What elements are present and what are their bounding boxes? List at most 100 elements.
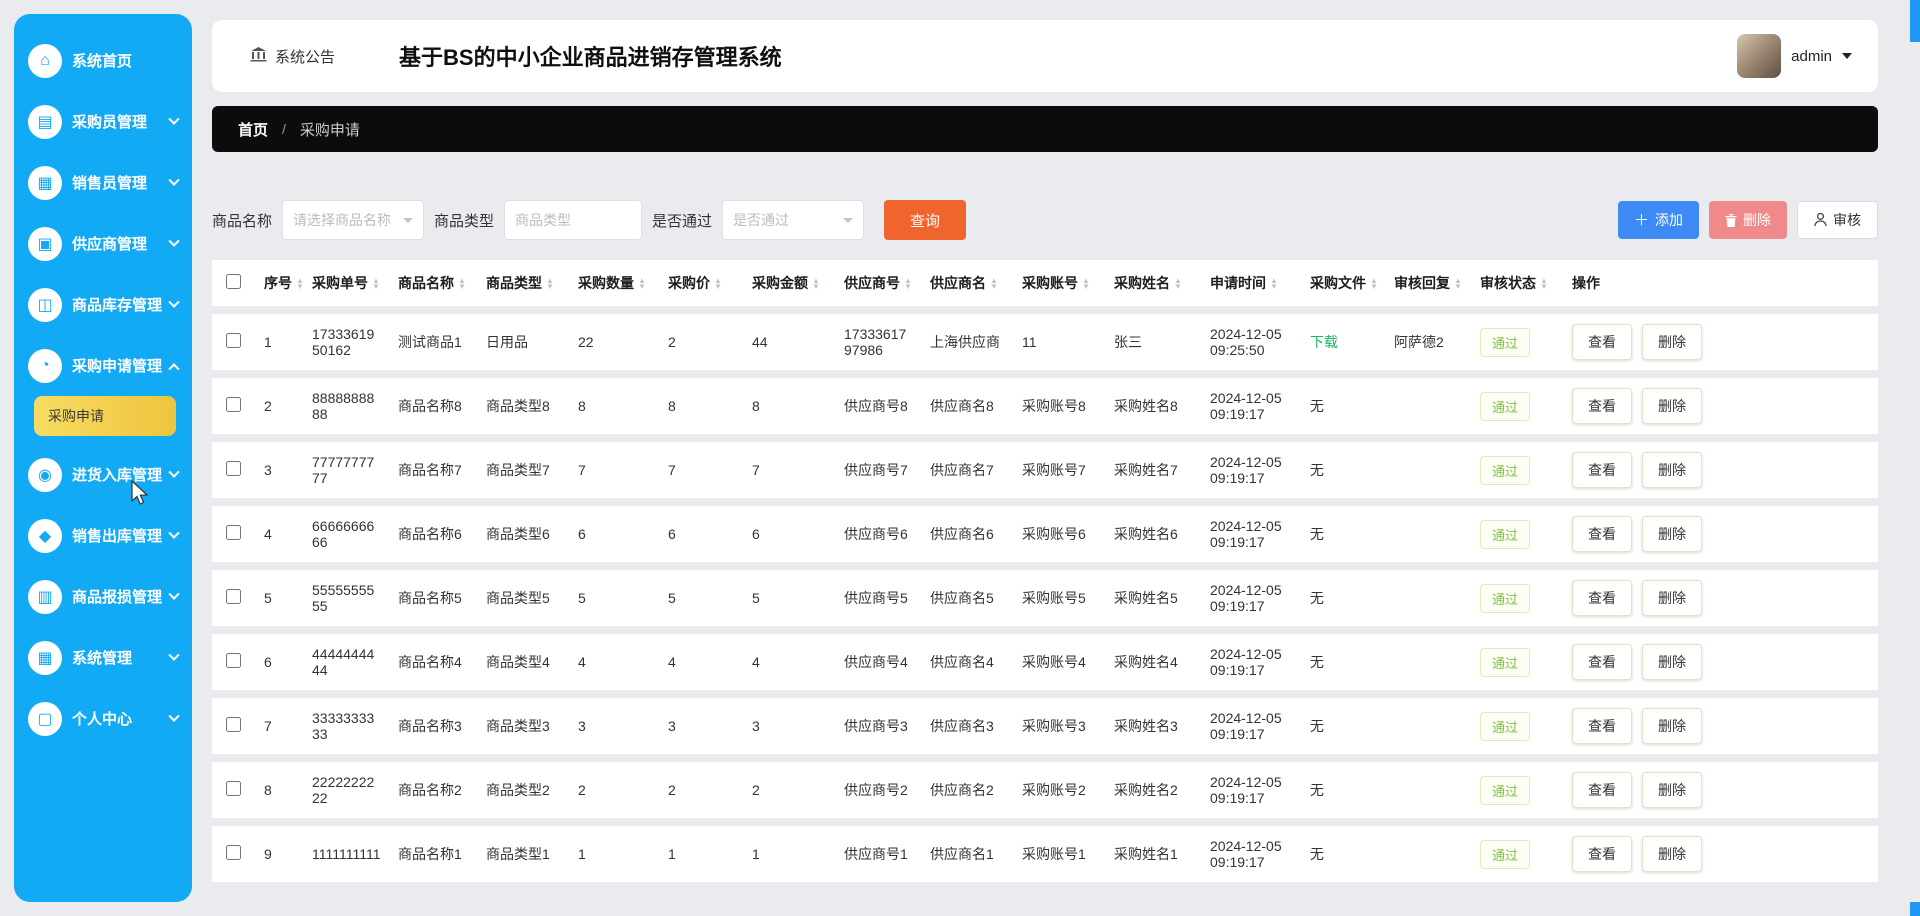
view-button[interactable]: 查看 [1572, 708, 1632, 744]
view-button[interactable]: 查看 [1572, 388, 1632, 424]
scrollbar-thumb[interactable] [1910, 0, 1920, 42]
product-type-input[interactable] [504, 200, 642, 240]
column-header-label: 审核回复 [1394, 275, 1450, 291]
breadcrumb-home[interactable]: 首页 [238, 119, 268, 140]
cell-account: 采购账号6 [1014, 506, 1106, 562]
audit-button[interactable]: 审核 [1797, 201, 1878, 239]
column-header[interactable]: 商品类型▲▼ [478, 260, 570, 306]
sort-icon[interactable]: ▲▼ [546, 278, 554, 290]
row-checkbox[interactable] [226, 525, 241, 540]
sort-icon[interactable]: ▲▼ [1174, 278, 1182, 290]
sidebar-item-profile[interactable]: ▢个人中心 [14, 688, 192, 749]
sidebar-item-supplier-mgmt[interactable]: ▣供应商管理 [14, 213, 192, 274]
delete-button[interactable]: 删除 [1642, 772, 1702, 808]
cell-seq: 6 [256, 634, 304, 690]
delete-button[interactable]: 删除 [1642, 836, 1702, 872]
sidebar-item-buyer-mgmt[interactable]: ▤采购员管理 [14, 91, 192, 152]
file-none-text: 无 [1310, 398, 1324, 414]
delete-button[interactable]: 删除 [1642, 644, 1702, 680]
row-checkbox-cell [212, 442, 256, 498]
cell-file: 下载 [1302, 314, 1386, 370]
cell-supplier_no: 供应商号4 [836, 634, 922, 690]
sidebar-item-purchase-apply-mgmt[interactable]: ◔采购申请管理 [14, 335, 192, 396]
sidebar-item-outbound-mgmt[interactable]: ◆销售出库管理 [14, 505, 192, 566]
cell-supplier_name: 供应商名2 [922, 762, 1014, 818]
column-header[interactable]: 审核状态▲▼ [1472, 260, 1564, 306]
pass-select[interactable]: 是否通过 [722, 200, 864, 240]
column-header-label: 供应商号 [844, 275, 900, 291]
sort-icon[interactable]: ▲▼ [296, 278, 304, 290]
sort-icon[interactable]: ▲▼ [990, 278, 998, 290]
view-button[interactable]: 查看 [1572, 644, 1632, 680]
sidebar-item-inbound-mgmt[interactable]: ◉进货入库管理 [14, 444, 192, 505]
sort-icon[interactable]: ▲▼ [1270, 278, 1278, 290]
row-checkbox[interactable] [226, 717, 241, 732]
sidebar-subitem-purchase-apply[interactable]: 采购申请 [34, 396, 176, 436]
cell-time: 2024-12-05 09:19:17 [1202, 698, 1302, 754]
view-button[interactable]: 查看 [1572, 836, 1632, 872]
sort-icon[interactable]: ▲▼ [458, 278, 466, 290]
column-header[interactable]: 供应商号 ▲▼ [836, 260, 922, 306]
row-checkbox[interactable] [226, 397, 241, 412]
sort-icon[interactable]: ▲▼ [1540, 278, 1548, 290]
view-button[interactable]: 查看 [1572, 452, 1632, 488]
sort-icon[interactable]: ▲▼ [1370, 278, 1378, 290]
row-checkbox[interactable] [226, 781, 241, 796]
view-button[interactable]: 查看 [1572, 580, 1632, 616]
download-link[interactable]: 下载 [1310, 334, 1338, 350]
sidebar-item-home[interactable]: ⌂系统首页 [14, 30, 192, 91]
row-checkbox[interactable] [226, 653, 241, 668]
column-header[interactable]: 采购数量▲▼ [570, 260, 660, 306]
delete-selected-button[interactable]: 删除 [1709, 201, 1787, 239]
sort-icon[interactable]: ▲▼ [1082, 278, 1090, 290]
delete-button[interactable]: 删除 [1642, 580, 1702, 616]
column-header[interactable]: 申请时间▲▼ [1202, 260, 1302, 306]
column-header[interactable]: 序号▲▼ [256, 260, 304, 306]
cell-account: 11 [1014, 314, 1106, 370]
user-menu[interactable]: admin [1737, 34, 1852, 78]
column-header[interactable]: 供应商名▲▼ [922, 260, 1014, 306]
breadcrumb-current: 采购申请 [300, 119, 360, 140]
sort-icon[interactable]: ▲▼ [372, 278, 380, 290]
row-checkbox[interactable] [226, 845, 241, 860]
view-button[interactable]: 查看 [1572, 772, 1632, 808]
system-notice-button[interactable]: 系统公告 [250, 46, 335, 67]
select-all-checkbox[interactable] [226, 274, 241, 289]
column-header[interactable]: 商品名称▲▼ [390, 260, 478, 306]
row-checkbox[interactable] [226, 589, 241, 604]
sidebar-item-seller-mgmt[interactable]: ▦销售员管理 [14, 152, 192, 213]
view-button[interactable]: 查看 [1572, 516, 1632, 552]
add-button[interactable]: ＋ 添加 [1618, 201, 1699, 239]
column-header[interactable]: 审核回复 ▲▼ [1386, 260, 1472, 306]
column-header[interactable]: 采购金额▲▼ [744, 260, 836, 306]
cell-person: 采购姓名3 [1106, 698, 1202, 754]
cell-order_no: 5555555555 [304, 570, 390, 626]
sort-icon[interactable]: ▲▼ [812, 278, 820, 290]
delete-button[interactable]: 删除 [1642, 388, 1702, 424]
delete-button[interactable]: 删除 [1642, 516, 1702, 552]
column-header[interactable]: 采购价▲▼ [660, 260, 744, 306]
column-header[interactable]: 采购文件▲▼ [1302, 260, 1386, 306]
status-badge: 通过 [1480, 712, 1530, 741]
column-header[interactable]: 采购姓名▲▼ [1106, 260, 1202, 306]
delete-button[interactable]: 删除 [1642, 452, 1702, 488]
sort-icon[interactable]: ▲▼ [1454, 278, 1462, 290]
delete-button[interactable]: 删除 [1642, 324, 1702, 360]
view-button[interactable]: 查看 [1572, 324, 1632, 360]
row-checkbox[interactable] [226, 333, 241, 348]
column-header[interactable]: 采购单号▲▼ [304, 260, 390, 306]
column-header[interactable]: 采购账号▲▼ [1014, 260, 1106, 306]
product-name-label: 商品名称 [212, 210, 272, 231]
row-checkbox[interactable] [226, 461, 241, 476]
sidebar-item-damage-mgmt[interactable]: ▥商品报损管理 [14, 566, 192, 627]
product-name-select[interactable]: 请选择商品名称 [282, 200, 424, 240]
delete-button[interactable]: 删除 [1642, 708, 1702, 744]
sort-icon[interactable]: ▲▼ [904, 278, 912, 290]
cell-status: 通过 [1472, 634, 1564, 690]
sort-icon[interactable]: ▲▼ [638, 278, 646, 290]
status-badge: 通过 [1480, 584, 1530, 613]
search-button[interactable]: 查询 [884, 200, 966, 240]
sidebar-item-system-mgmt[interactable]: ▦系统管理 [14, 627, 192, 688]
sidebar-item-inventory-mgmt[interactable]: ◫商品库存管理 [14, 274, 192, 335]
sort-icon[interactable]: ▲▼ [714, 278, 722, 290]
